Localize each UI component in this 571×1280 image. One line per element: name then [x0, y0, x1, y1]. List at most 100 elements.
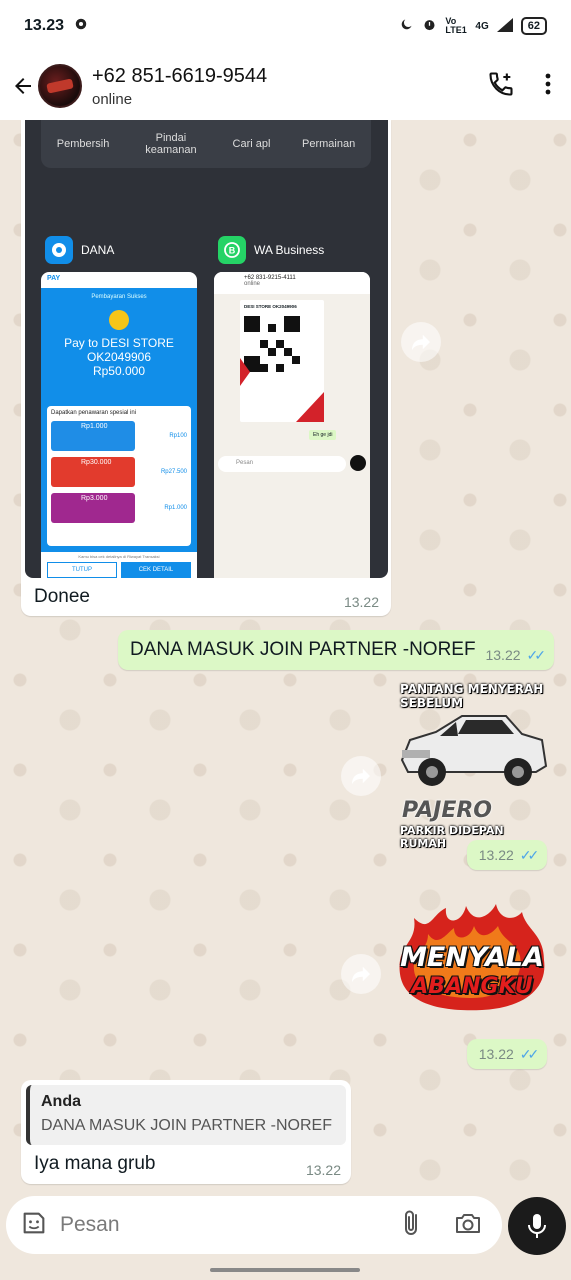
wa-business-preview-card: +62 831-9215-4111 online DESI STORE OK20…: [214, 272, 370, 578]
sticker-time-badge: 13.22 ✓✓: [467, 1039, 547, 1069]
sticker-time-badge: 13.22 ✓✓: [467, 840, 547, 870]
quoted-text: DANA MASUK JOIN PARTNER -NOREF: [41, 1117, 332, 1134]
dana-pay-header: PAY: [47, 275, 61, 282]
order-id: OK2049906: [86, 350, 152, 364]
forward-arrow-icon: [352, 966, 370, 983]
moon-icon: [399, 17, 414, 35]
footer-note: Kamu bisa cek detailnya di Riwayat Trans…: [78, 554, 160, 559]
forward-arrow-icon: [352, 768, 370, 785]
forward-button[interactable]: [341, 756, 381, 796]
volte-label: Vo LTE1: [445, 16, 467, 35]
settings-gear-icon: [74, 17, 88, 36]
chat-header: +62 851-6619-9544 online: [0, 52, 571, 120]
offer-price: Rp1.000: [164, 505, 187, 511]
wa-business-logo-icon: B: [218, 236, 246, 264]
message-input[interactable]: Pesan: [60, 1213, 120, 1237]
outgoing-text-message[interactable]: DANA MASUK JOIN PARTNER -NOREF 13.22 ✓✓: [118, 630, 554, 670]
back-button[interactable]: [10, 73, 36, 99]
shared-screenshot-image[interactable]: Pembersih Pindai keamanan Cari apl Perma…: [25, 120, 388, 578]
camera-icon: [456, 1213, 480, 1233]
contact-name: +62 851-6619-9544: [92, 64, 268, 87]
more-options-button[interactable]: [545, 73, 551, 100]
forward-button[interactable]: [341, 954, 381, 994]
wa-preview-input: Pesan: [218, 456, 346, 472]
message-time: 13.22: [485, 647, 521, 663]
incoming-reply-message[interactable]: Anda DANA MASUK JOIN PARTNER -NOREF Iya …: [21, 1080, 351, 1184]
wa-preview-header: +62 831-9215-4111 online: [214, 272, 370, 294]
message-text: Iya mana grub: [34, 1153, 156, 1174]
sticker-brand-text: PAJERO: [402, 798, 492, 823]
quoted-author: Anda: [41, 1093, 81, 1110]
chat-area[interactable]: Pembersih Pindai keamanan Cari apl Perma…: [0, 120, 571, 1192]
wa-preview-mic-icon: [350, 455, 366, 471]
message-text: DANA MASUK JOIN PARTNER -NOREF: [130, 639, 476, 660]
incoming-image-message[interactable]: Pembersih Pindai keamanan Cari apl Perma…: [21, 120, 391, 616]
offers-title: Dapatkan penawaran spesial ini: [51, 410, 137, 416]
dana-payment-panel: Pembayaran Sukses Pay to DESI STORE OK20…: [41, 288, 197, 552]
phone-plus-icon: [489, 71, 513, 96]
gesture-nav-bar[interactable]: [210, 1268, 360, 1272]
forward-arrow-icon: [412, 334, 430, 351]
wa-business-app-label: B WA Business: [218, 236, 324, 264]
alarm-icon: [422, 17, 437, 35]
avatar[interactable]: [38, 64, 82, 108]
pay-to: Pay to DESI STORE: [64, 336, 174, 350]
quick-item: Cari apl: [232, 138, 271, 150]
dana-logo-icon: [45, 236, 73, 264]
red-corner-shape: [240, 358, 324, 422]
svg-text:B: B: [229, 246, 236, 256]
app-name: WA Business: [254, 243, 325, 257]
forward-button[interactable]: [401, 322, 441, 362]
message-time: 13.22: [305, 1162, 341, 1178]
sticker-pajero[interactable]: PANTANG MENYERAH SEBELUM PAJERO PARKIR D…: [392, 682, 552, 850]
read-ticks-icon: ✓✓: [526, 646, 547, 663]
offer-row: Rp1.000 Rp100: [51, 420, 187, 452]
status-bar: 13.23 Vo LTE1 4G 62: [0, 0, 571, 52]
read-ticks-icon: ✓✓: [519, 1045, 540, 1062]
sticker-top-text: PANTANG MENYERAH SEBELUM: [400, 682, 544, 710]
read-ticks-icon: ✓✓: [519, 846, 540, 863]
sticker-menyala[interactable]: MENYALA ABANGKU: [392, 904, 552, 1016]
offer-value: Rp30.000: [51, 457, 135, 487]
offer-row: Rp30.000 Rp27.500: [51, 456, 187, 488]
qr-receipt-image: DESI STORE OK2049906: [240, 300, 324, 422]
offer-price: Rp27.500: [160, 469, 187, 475]
success-coin-icon: [109, 310, 129, 330]
sticker-button[interactable]: [20, 1209, 48, 1242]
quick-item: Pindai keamanan: [145, 132, 197, 156]
contact-status: online: [92, 90, 133, 108]
car-image-icon: [400, 715, 548, 786]
sticker-line1: MENYALA: [400, 942, 544, 973]
quick-item: Permainan: [302, 138, 356, 150]
dana-app-label: DANA: [45, 236, 114, 264]
message-time: 13.22: [478, 1046, 514, 1062]
payment-status: Pembayaran Sukses: [91, 294, 147, 300]
screenshot-quick-menu: Pembersih Pindai keamanan Cari apl Perma…: [41, 120, 371, 168]
offer-price: Rp100: [169, 433, 187, 439]
wa-status: online: [244, 281, 261, 287]
kebab-menu-icon: [545, 73, 551, 94]
message-time: 13.22: [478, 847, 514, 863]
close-button: TUTUP: [47, 562, 117, 578]
paperclip-icon: [405, 1210, 417, 1235]
camera-button[interactable]: [454, 1211, 482, 1240]
offers-panel: Dapatkan penawaran spesial ini Rp1.000 R…: [47, 406, 191, 546]
attach-button[interactable]: [400, 1209, 424, 1242]
pay-amount: Rp50.000: [92, 364, 146, 378]
offer-value: Rp1.000: [51, 421, 135, 451]
message-time: 13.22: [343, 594, 379, 610]
quoted-message[interactable]: Anda DANA MASUK JOIN PARTNER -NOREF: [26, 1085, 346, 1145]
wa-preview-message: Eh ge jdi: [309, 430, 337, 440]
add-call-button[interactable]: [487, 70, 515, 103]
quick-item: Pembersih: [56, 138, 110, 150]
status-time: 13.23: [24, 17, 65, 34]
back-arrow-icon: [15, 78, 31, 94]
offer-row: Rp3.000 Rp1.000: [51, 492, 187, 524]
app-name: DANA: [81, 243, 115, 257]
battery-indicator: 62: [520, 17, 547, 35]
sticker-icon: [23, 1212, 45, 1233]
voice-record-button[interactable]: [508, 1197, 566, 1255]
detail-button: CEK DETAIL: [121, 562, 191, 578]
signal-icon: [496, 17, 513, 35]
contact-info[interactable]: +62 851-6619-9544 online: [92, 65, 267, 108]
